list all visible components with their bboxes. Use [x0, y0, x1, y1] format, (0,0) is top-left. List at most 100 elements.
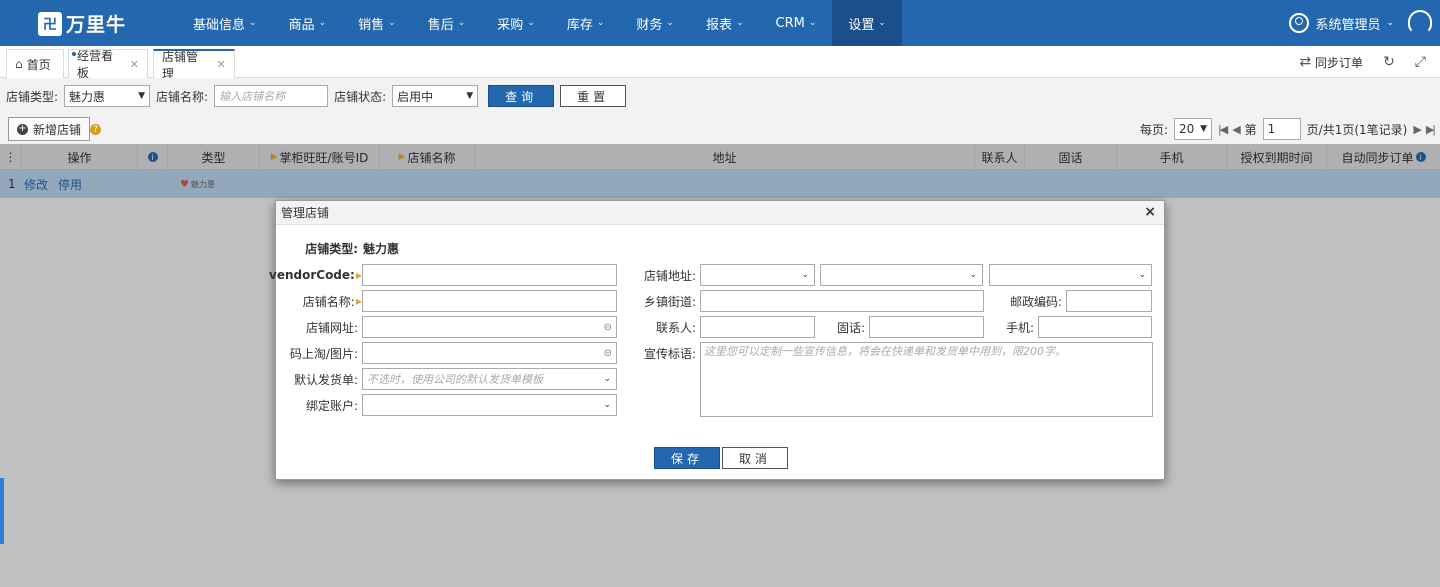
menu-products[interactable]: 商品 ⌄ — [273, 0, 343, 46]
headset-icon[interactable] — [1408, 10, 1432, 34]
shop-url-input[interactable]: ⊝ — [362, 316, 617, 338]
menu-label: 设置 — [848, 17, 875, 33]
tab-shop-management[interactable]: 店铺管理 ✕ — [153, 49, 235, 81]
qr-image-label: 码上淘/图片: — [289, 346, 358, 361]
dialog-title: 管理店铺 — [281, 206, 330, 220]
street-input[interactable] — [700, 290, 984, 312]
plus-icon: + — [17, 123, 28, 135]
menu-after-sales[interactable]: 售后 ⌄ — [412, 0, 482, 46]
add-shop-label: 新增店铺 — [33, 122, 82, 137]
sync-orders-button[interactable]: ⇄ 同步订单 — [1299, 54, 1363, 71]
menu-sales[interactable]: 销售 ⌄ — [342, 0, 412, 46]
per-page-select[interactable]: 20 ▼ — [1174, 118, 1213, 140]
filter-bar: 店铺类型: 魅力惠 ▼ 店铺名称: 输入店铺名称 店铺状态: 启用中 ▼ 查询 … — [0, 78, 1440, 114]
last-page-icon[interactable]: ▶| — [1426, 123, 1436, 136]
chevron-down-icon: ▼ — [1200, 124, 1208, 134]
chevron-down-icon: ⌄ — [457, 18, 466, 28]
prev-page-icon[interactable]: ◀ — [1232, 123, 1241, 136]
page-prefix: 第 — [1244, 122, 1257, 137]
chevron-down-icon: ▼ — [138, 91, 146, 101]
label-text: 店铺名称: — [302, 294, 355, 309]
menu-settings[interactable]: 设置 ⌄ — [832, 0, 902, 46]
postcode-input[interactable] — [1066, 290, 1152, 312]
menu-basic-info[interactable]: 基础信息 ⌄ — [177, 0, 273, 46]
pager: 每页: 20 ▼ |◀ ◀ 第 1 页/共1页(1笔记录) ▶ ▶| — [1140, 117, 1436, 141]
chevron-down-icon: ⌄ — [603, 400, 611, 410]
close-icon[interactable]: ✕ — [217, 58, 226, 71]
cancel-button[interactable]: 取消 — [722, 447, 788, 469]
select-value: 魅力惠 — [69, 89, 106, 104]
slogan-textarea[interactable]: 这里您可以定制一些宣传信息，将会在快递单和发货单中用到，限200字。 — [700, 342, 1153, 417]
add-shop-button[interactable]: + 新增店铺 — [8, 117, 91, 141]
page-input[interactable]: 1 — [1262, 118, 1301, 140]
select-value: 20 — [1179, 122, 1195, 136]
vendor-code-input[interactable] — [362, 264, 617, 286]
chevron-down-icon: ⌄ — [735, 18, 744, 28]
shop-name-label: 店铺名称: — [156, 89, 209, 104]
link-icon: ⊝ — [603, 347, 612, 359]
phone-input[interactable] — [869, 316, 984, 338]
menu-reports[interactable]: 报表 ⌄ — [690, 0, 760, 46]
menu-inventory[interactable]: 库存 ⌄ — [551, 0, 621, 46]
shop-type-value: 魅力惠 — [363, 241, 400, 256]
tab-home[interactable]: ⌂ 首页 — [6, 49, 64, 78]
chevron-down-icon: ⌄ — [1386, 18, 1394, 28]
shop-status-select[interactable]: 启用中 ▼ — [392, 85, 479, 107]
logo-icon: 卍 — [38, 11, 62, 36]
first-page-icon[interactable]: |◀ — [1218, 123, 1228, 136]
chevron-down-icon: ⌄ — [318, 18, 327, 28]
default-ship-select[interactable]: 不选时，使用公司的默认发货单模板 ⌄ — [362, 368, 617, 390]
city-select[interactable]: ⌄ — [820, 264, 983, 286]
mobile-input[interactable] — [1038, 316, 1152, 338]
help-icon[interactable]: ? — [90, 124, 101, 135]
chevron-down-icon: ⌄ — [527, 18, 535, 28]
close-icon[interactable]: ✕ — [130, 58, 139, 71]
shop-type-select[interactable]: 魅力惠 ▼ — [64, 85, 151, 107]
menu-finance[interactable]: 财务 ⌄ — [620, 0, 690, 46]
qr-image-input[interactable]: ⊝ — [362, 342, 617, 364]
tab-actions: ⇄ 同步订单 ↻ ⤢ — [1299, 46, 1426, 78]
chevron-down-icon: ▼ — [466, 91, 474, 101]
fullscreen-icon[interactable]: ⤢ — [1415, 54, 1426, 70]
side-handle[interactable] — [0, 478, 4, 544]
input-value: 1 — [1267, 122, 1276, 136]
menu-crm[interactable]: CRM ⌄ — [760, 0, 833, 46]
user-menu[interactable]: 系统管理员 ⌄ — [1289, 0, 1394, 46]
chevron-down-icon: ⌄ — [1138, 270, 1146, 280]
tab-label: 店铺管理 — [162, 49, 199, 81]
bind-account-label: 绑定账户: — [305, 398, 358, 413]
district-select[interactable]: ⌄ — [989, 264, 1152, 286]
reset-button[interactable]: 重置 — [560, 85, 627, 107]
menu-purchase[interactable]: 采购 ⌄ — [481, 0, 551, 46]
shop-address-label: 店铺地址: — [643, 268, 696, 283]
close-icon[interactable]: × — [1144, 204, 1156, 220]
default-ship-label: 默认发货单: — [293, 372, 358, 387]
contact-input[interactable] — [700, 316, 815, 338]
province-select[interactable]: ⌄ — [700, 264, 815, 286]
query-button[interactable]: 查询 — [488, 85, 555, 107]
menu-label: 销售 — [358, 17, 385, 33]
unsaved-dot-icon — [72, 52, 76, 56]
select-value: 启用中 — [397, 89, 434, 104]
shop-name-input[interactable]: 输入店铺名称 — [214, 85, 329, 107]
menu-label: 财务 — [636, 17, 663, 33]
save-button[interactable]: 保存 — [654, 447, 720, 469]
app-logo[interactable]: 卍 万里牛 — [38, 10, 126, 37]
chevron-down-icon: ⌄ — [596, 18, 605, 28]
bind-account-select[interactable]: ⌄ — [362, 394, 617, 416]
chevron-down-icon: ⌄ — [878, 18, 886, 28]
tab-dashboard[interactable]: 经营看板 ✕ — [68, 49, 148, 80]
label-text: vendorCode: — [269, 268, 355, 282]
next-page-icon[interactable]: ▶ — [1413, 123, 1422, 136]
refresh-icon[interactable]: ↻ — [1383, 54, 1395, 70]
menu-label: 售后 — [427, 17, 454, 33]
street-label: 乡镇街道: — [643, 294, 696, 309]
shop-name-input[interactable] — [362, 290, 617, 312]
chevron-down-icon: ⌄ — [388, 18, 396, 28]
chevron-down-icon: ⌄ — [249, 18, 257, 28]
main-menu: 基础信息 ⌄ 商品 ⌄ 销售 ⌄ 售后 ⌄ 采购 ⌄ 库存 ⌄ 财务 ⌄ 报表 ⌄ CRM ⌄ 设… — [177, 0, 902, 46]
chevron-down-icon: ⌄ — [969, 270, 977, 280]
sync-orders-label: 同步订单 — [1315, 55, 1364, 70]
user-name: 系统管理员 — [1315, 17, 1381, 33]
manage-shop-dialog: 管理店铺 × 店铺类型: 魅力惠 vendorCode: ▶ 店铺名称: ▶ 店铺网… — [269, 200, 1165, 480]
